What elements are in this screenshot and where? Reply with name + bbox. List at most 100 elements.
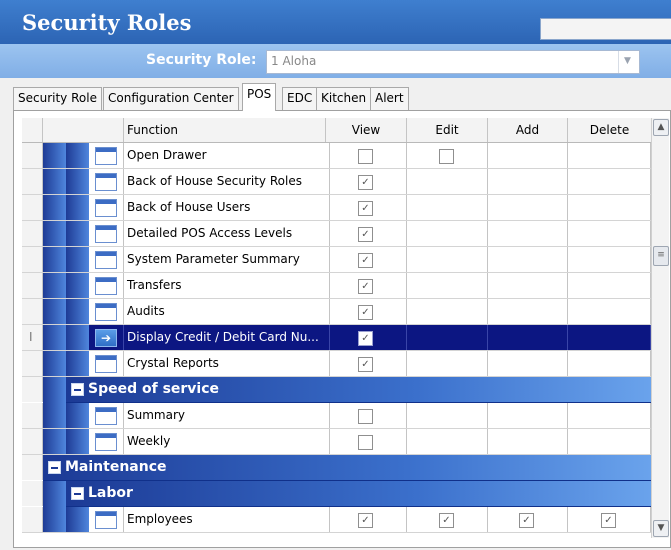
row-icon-cell <box>89 195 124 220</box>
table-row[interactable]: Weekly <box>22 429 651 455</box>
view-cell: ✓ <box>326 195 407 220</box>
view-checkbox[interactable]: ✓ <box>358 175 373 190</box>
function-document-icon <box>95 355 117 373</box>
window-title: Security Roles <box>22 10 192 35</box>
view-checkbox[interactable]: ✓ <box>358 279 373 294</box>
scroll-up-button[interactable]: ▲ <box>653 119 669 136</box>
table-row[interactable]: Detailed POS Access Levels ✓ <box>22 221 651 247</box>
function-name: Display Credit / Debit Card Nu... <box>123 325 330 350</box>
vertical-scrollbar[interactable]: ▲ ≡ ▼ <box>651 118 669 538</box>
add-cell <box>488 221 568 246</box>
row-selector[interactable] <box>22 273 43 298</box>
edit-cell <box>407 169 488 194</box>
row-selector[interactable] <box>22 507 43 532</box>
function-document-icon <box>95 199 117 217</box>
row-selector[interactable] <box>22 247 43 272</box>
collapse-toggle-icon[interactable] <box>71 487 84 500</box>
table-row[interactable]: Employees ✓ ✓ ✓ ✓ <box>22 507 651 533</box>
edit-checkbox[interactable]: ✓ <box>439 513 454 528</box>
function-document-icon <box>95 225 117 243</box>
row-selector[interactable] <box>22 195 43 220</box>
table-row[interactable]: Back of House Users ✓ <box>22 195 651 221</box>
security-role-value: 1 Aloha <box>271 54 317 68</box>
table-row[interactable]: Crystal Reports ✓ <box>22 351 651 377</box>
collapse-toggle-icon[interactable] <box>48 461 61 474</box>
row-selector[interactable] <box>22 143 43 168</box>
hierarchy-indent <box>43 273 66 298</box>
row-selector[interactable] <box>22 455 43 480</box>
dropdown-arrow[interactable]: ▼ <box>618 51 639 73</box>
table-row[interactable]: Audits ✓ <box>22 299 651 325</box>
scroll-down-button[interactable]: ▼ <box>653 520 669 537</box>
row-icon-cell <box>89 429 124 454</box>
function-name: Back of House Security Roles <box>123 169 330 194</box>
row-selector[interactable] <box>22 377 43 402</box>
delete-cell: ✓ <box>568 507 651 532</box>
column-header-function[interactable]: Function <box>123 118 326 142</box>
add-checkbox[interactable]: ✓ <box>519 513 534 528</box>
edit-checkbox[interactable] <box>439 149 454 164</box>
function-document-icon <box>95 147 117 165</box>
edit-cell <box>407 247 488 272</box>
tab-kitchen[interactable]: Kitchen <box>316 87 372 110</box>
view-checkbox[interactable]: ✓ <box>358 227 373 242</box>
hierarchy-indent <box>43 507 66 532</box>
column-header-delete[interactable]: Delete <box>568 118 651 142</box>
current-row-arrow-icon: ➔ <box>95 329 117 347</box>
hierarchy-indent <box>66 221 89 246</box>
tab-edc[interactable]: EDC <box>282 87 318 110</box>
view-checkbox[interactable] <box>358 409 373 424</box>
row-selector[interactable] <box>22 299 43 324</box>
security-role-label: Security Role: <box>146 52 257 68</box>
table-row[interactable]: I ➔ Display Credit / Debit Card Nu... ✓ <box>22 325 651 351</box>
table-row[interactable]: Transfers ✓ <box>22 273 651 299</box>
group-label: Maintenance <box>65 459 167 475</box>
column-header-edit[interactable]: Edit <box>407 118 488 142</box>
table-row[interactable]: System Parameter Summary ✓ <box>22 247 651 273</box>
view-checkbox[interactable]: ✓ <box>358 513 373 528</box>
row-icon-cell <box>89 507 124 532</box>
edit-cell <box>407 299 488 324</box>
view-checkbox[interactable] <box>358 435 373 450</box>
row-selector[interactable] <box>22 169 43 194</box>
view-checkbox[interactable]: ✓ <box>358 331 373 346</box>
title-bar: Security Roles <box>0 0 671 44</box>
table-row[interactable]: Open Drawer <box>22 143 651 169</box>
column-header-add[interactable]: Add <box>488 118 568 142</box>
view-cell: ✓ <box>326 507 407 532</box>
permissions-grid: Function View Edit Add Delete Open Drawe… <box>22 118 651 538</box>
tab-alert[interactable]: Alert <box>370 87 409 110</box>
delete-checkbox[interactable]: ✓ <box>601 513 616 528</box>
row-selector[interactable] <box>22 221 43 246</box>
table-row[interactable]: Back of House Security Roles ✓ <box>22 169 651 195</box>
tab-configuration-center[interactable]: Configuration Center <box>103 87 239 110</box>
row-selector[interactable] <box>22 351 43 376</box>
row-selector[interactable] <box>22 429 43 454</box>
hierarchy-indent <box>66 273 89 298</box>
row-selector[interactable] <box>22 481 43 506</box>
view-checkbox[interactable] <box>358 149 373 164</box>
scroll-thumb[interactable]: ≡ <box>653 246 669 266</box>
table-row[interactable]: Summary <box>22 403 651 429</box>
row-selector[interactable]: I <box>22 325 43 350</box>
function-document-icon <box>95 407 117 425</box>
title-search-box[interactable] <box>540 18 671 40</box>
tab-pos[interactable]: POS <box>242 83 277 111</box>
row-selector[interactable] <box>22 403 43 428</box>
view-checkbox[interactable]: ✓ <box>358 201 373 216</box>
edit-cell <box>407 403 488 428</box>
hierarchy-indent <box>66 299 89 324</box>
view-checkbox[interactable]: ✓ <box>358 253 373 268</box>
group-row[interactable]: Labor <box>66 481 651 507</box>
security-role-dropdown[interactable]: 1 Aloha ▼ <box>266 50 640 74</box>
collapse-toggle-icon[interactable] <box>71 383 84 396</box>
view-checkbox[interactable]: ✓ <box>358 357 373 372</box>
text-cursor-icon: I <box>29 330 33 344</box>
column-header-view[interactable]: View <box>326 118 407 142</box>
function-name: Employees <box>123 507 330 532</box>
hierarchy-indent <box>43 169 66 194</box>
tab-security-role[interactable]: Security Role <box>13 87 102 110</box>
view-checkbox[interactable]: ✓ <box>358 305 373 320</box>
group-row[interactable]: Speed of service <box>66 377 651 403</box>
group-row[interactable]: Maintenance <box>43 455 651 481</box>
